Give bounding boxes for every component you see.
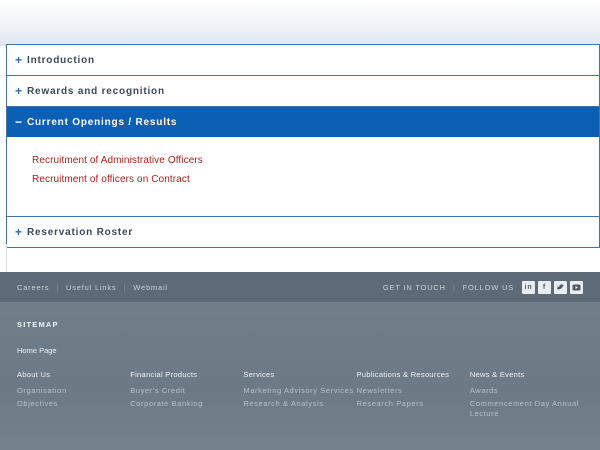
twitter-icon[interactable] [554, 280, 567, 294]
divider [6, 244, 7, 272]
accordion-label: Rewards and recognition [27, 85, 165, 97]
accordion-header[interactable]: + Reservation Roster [7, 217, 599, 247]
social-links: in f [522, 280, 583, 294]
accordion-item-current-openings[interactable]: − Current Openings / Results Recruitment… [6, 106, 600, 217]
sitemap: SITEMAP Home Page About Us Organisation … [0, 302, 600, 450]
sitemap-link[interactable]: Awards [470, 386, 583, 396]
footer-link-webmail[interactable]: Webmail [133, 283, 168, 292]
sitemap-column-financial-products: Financial Products Buyer's Credit Corpor… [130, 370, 243, 426]
accordion-header[interactable]: − Current Openings / Results [7, 107, 599, 137]
sitemap-link[interactable]: Commencement Day Annual Lecture [470, 399, 583, 418]
footer-bar: Careers | Useful Links | Webmail GET IN … [0, 272, 600, 302]
follow-us-label: FOLLOW US [462, 282, 514, 292]
accordion-item-reservation-roster[interactable]: + Reservation Roster [6, 216, 600, 248]
sitemap-link[interactable]: Organisation [17, 386, 130, 396]
facebook-icon[interactable]: f [538, 280, 551, 294]
footer-link-careers[interactable]: Careers [17, 283, 49, 292]
sitemap-column-publications: Publications & Resources Newsletters Res… [357, 370, 470, 426]
accordion: + Introduction + Rewards and recognition… [6, 44, 600, 248]
footer-link-useful-links[interactable]: Useful Links [66, 283, 116, 292]
sitemap-link[interactable]: Newsletters [357, 386, 470, 396]
divider: | [452, 282, 456, 292]
accordion-item-rewards[interactable]: + Rewards and recognition [6, 75, 600, 107]
sitemap-column-news-events: News & Events Awards Commencement Day An… [470, 370, 583, 426]
sitemap-link[interactable]: Buyer's Credit [130, 386, 243, 396]
sitemap-link[interactable]: Research & Analysis [243, 399, 356, 409]
header-band [0, 0, 600, 46]
accordion-header[interactable]: + Introduction [7, 45, 599, 75]
link-officers-on-contract[interactable]: Recruitment of officers on Contract [32, 174, 599, 185]
sitemap-columns: About Us Organisation Objectives Financi… [17, 370, 583, 426]
sitemap-heading[interactable]: Services [243, 370, 356, 379]
accordion-item-introduction[interactable]: + Introduction [6, 44, 600, 76]
sitemap-column-about: About Us Organisation Objectives [17, 370, 130, 426]
linkedin-icon[interactable]: in [522, 280, 535, 294]
sitemap-heading[interactable]: Financial Products [130, 370, 243, 379]
sitemap-home-link[interactable]: Home Page [17, 346, 583, 355]
accordion-label: Current Openings / Results [27, 116, 178, 128]
sitemap-column-services: Services Marketing Advisory Services Res… [243, 370, 356, 426]
link-administrative-officers[interactable]: Recruitment of Administrative Officers [32, 155, 599, 166]
accordion-label: Reservation Roster [27, 226, 134, 238]
plus-icon: + [15, 84, 23, 98]
sitemap-title: SITEMAP [17, 320, 59, 329]
divider: | [123, 282, 127, 292]
accordion-label: Introduction [27, 54, 95, 66]
sitemap-heading[interactable]: Publications & Resources [357, 370, 470, 379]
sitemap-link[interactable]: Objectives [17, 399, 130, 409]
sitemap-heading[interactable]: News & Events [470, 370, 583, 379]
accordion-header[interactable]: + Rewards and recognition [7, 76, 599, 106]
sitemap-link[interactable]: Marketing Advisory Services [243, 386, 356, 396]
divider: | [56, 282, 60, 292]
get-in-touch-link[interactable]: GET IN TOUCH [383, 283, 446, 292]
sitemap-heading[interactable]: About Us [17, 370, 130, 379]
sitemap-link[interactable]: Research Papers [357, 399, 470, 409]
sitemap-link[interactable]: Corporate Banking [130, 399, 243, 409]
plus-icon: + [15, 225, 23, 239]
plus-icon: + [15, 53, 23, 67]
youtube-icon[interactable] [570, 280, 583, 294]
minus-icon: − [15, 115, 23, 129]
accordion-body: Recruitment of Administrative Officers R… [7, 137, 599, 216]
